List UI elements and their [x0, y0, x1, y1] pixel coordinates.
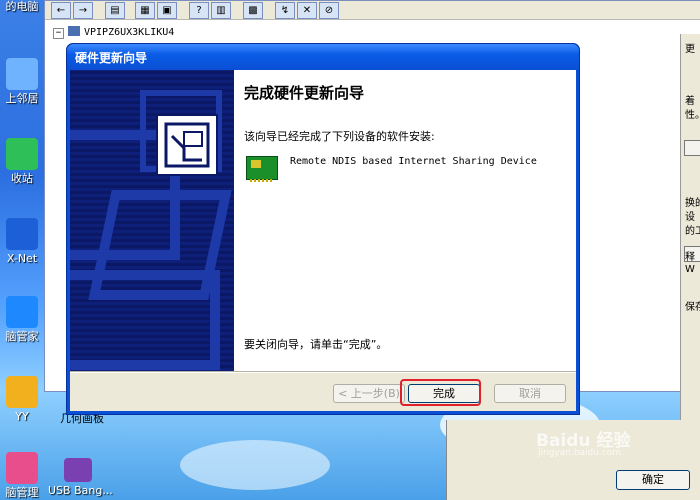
wizard-closing-text: 要关闭向导，请单击“完成”。 — [244, 338, 388, 351]
device-tree-root[interactable]: − VPIPZ6UX3KLIKU4 — [53, 26, 174, 39]
strip-button[interactable] — [684, 140, 700, 156]
desktop-icon-label: USB Bang... — [48, 484, 113, 497]
scan-hardware-icon[interactable]: ▩ — [243, 2, 263, 19]
window-title: 硬件更新向导 — [75, 51, 148, 65]
desktop-icon-label: 的电脑 — [5, 0, 39, 13]
title-bar[interactable]: 硬件更新向导 — [67, 44, 579, 70]
desktop-icon-usb[interactable]: USB Bang... — [48, 458, 113, 497]
wizard-intro-text: 该向导已经完成了下列设备的软件安装: — [244, 130, 435, 143]
view-icon[interactable]: ▥ — [211, 2, 231, 19]
forward-arrow-icon[interactable]: → — [73, 2, 93, 19]
back-arrow-icon[interactable]: ← — [51, 2, 71, 19]
strip-text: 的工 — [685, 226, 700, 237]
strip-text: W — [685, 264, 695, 275]
collapse-icon[interactable]: − — [53, 28, 64, 39]
desktop-icon-pc-manager[interactable]: 脑管家 — [0, 296, 44, 343]
update-driver-icon[interactable]: ↯ — [275, 2, 295, 19]
toolbar: ← → ▤ ▦ ▣ ? ▥ ▩ ↯ ✕ ⊘ — [45, 1, 700, 20]
computer-icon — [68, 26, 80, 36]
banner-graphic — [70, 270, 220, 370]
console-tree-icon[interactable]: ▤ — [105, 2, 125, 19]
network-icon — [6, 58, 38, 90]
disable-icon[interactable]: ⊘ — [319, 2, 339, 19]
desktop-icon-label: 脑管理 — [5, 486, 39, 499]
tree-root-label: VPIPZ6UX3KLIKU4 — [84, 27, 175, 38]
network-card-icon — [246, 156, 278, 182]
help-icon[interactable]: ? — [189, 2, 209, 19]
desktop-icon-label: YY — [15, 410, 29, 423]
separator — [70, 371, 576, 373]
strip-text: 着 — [685, 96, 695, 107]
back-button[interactable]: < 上一步(B) — [333, 384, 405, 403]
strip-text: 设 — [685, 212, 695, 223]
wizard-body: 完成硬件更新向导 该向导已经完成了下列设备的软件安装: Remote NDIS … — [70, 70, 576, 411]
desktop-icon-label: 上邻居 — [5, 92, 39, 105]
desktop-icon-computer-management[interactable]: 脑管理 — [0, 452, 44, 499]
hardware-box-icon — [156, 114, 218, 176]
uninstall-icon[interactable]: ✕ — [297, 2, 317, 19]
device-name: Remote NDIS based Internet Sharing Devic… — [290, 156, 537, 167]
cloud — [180, 440, 330, 490]
print-icon[interactable]: ▣ — [157, 2, 177, 19]
strip-text: 保存 — [685, 302, 700, 313]
desktop-icon-network[interactable]: 上邻居 — [0, 58, 44, 105]
wizard-banner — [70, 70, 234, 371]
watermark-url: jingyan.baidu.com — [538, 448, 622, 458]
desktop-icon-label: 脑管家 — [5, 330, 39, 343]
management-icon — [6, 452, 38, 484]
strip-text: 释 — [685, 252, 695, 263]
desktop-icon-label: X-Net — [6, 252, 38, 265]
yy-icon — [6, 376, 38, 408]
desktop-icon-my-computer[interactable]: 的电脑 — [0, 0, 44, 13]
recycle-bin-icon — [6, 138, 38, 170]
properties-icon[interactable]: ▦ — [135, 2, 155, 19]
shield-icon — [6, 296, 38, 328]
wizard-content: 完成硬件更新向导 该向导已经完成了下列设备的软件安装: Remote NDIS … — [234, 70, 576, 371]
finish-button[interactable]: 完成 — [408, 384, 480, 403]
xnet-icon — [6, 218, 38, 250]
strip-text: 性。 — [685, 110, 700, 121]
desktop-icon-xnet[interactable]: X-Net — [0, 218, 44, 265]
wizard-heading: 完成硬件更新向导 — [244, 84, 365, 102]
cancel-button[interactable]: 取消 — [494, 384, 566, 403]
desktop-icon-yy[interactable]: YY — [0, 376, 44, 423]
hardware-update-wizard: 硬件更新向导 完成硬件更新向导 该向导已经完成了下列设备的软件安装: Remot… — [66, 43, 580, 415]
strip-text: 换的 — [685, 198, 700, 209]
property-dialog-edge: 更 着 性。 换的 设 的工 释 W 保存 — [680, 34, 700, 454]
ok-button[interactable]: 确定 — [616, 470, 690, 490]
strip-text: 更 — [685, 44, 695, 55]
archive-icon — [64, 458, 92, 482]
desktop-icon-label: 收站 — [11, 172, 33, 185]
desktop-icon-recycle-bin[interactable]: 收站 — [0, 138, 44, 185]
